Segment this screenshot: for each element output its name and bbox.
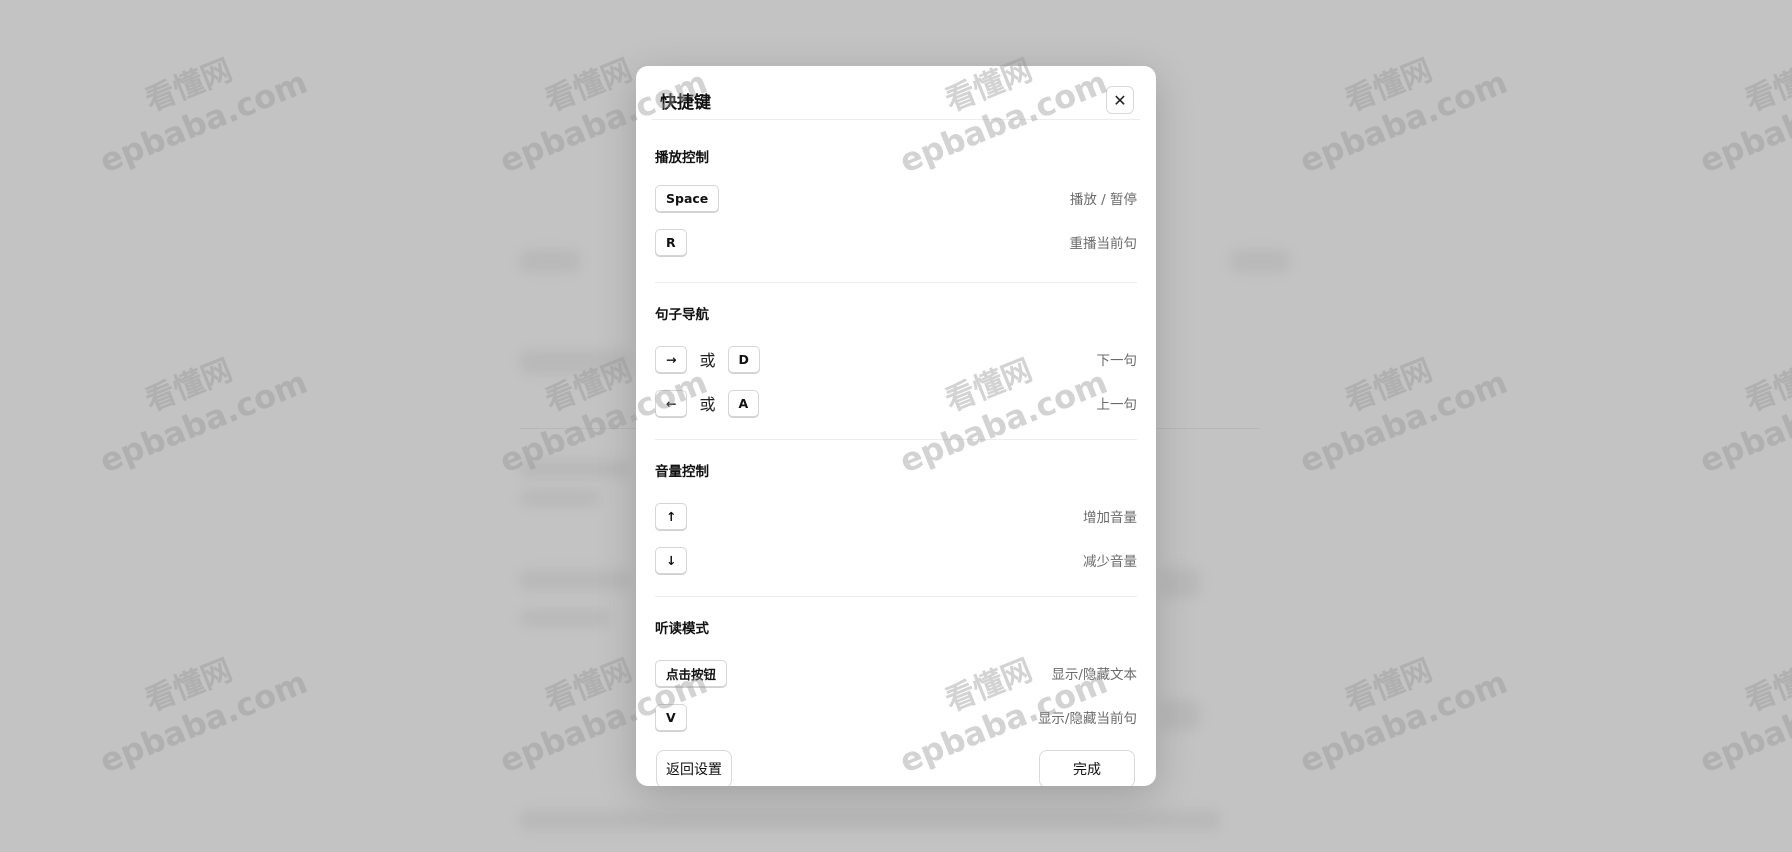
shortcut-row: V 显示/隐藏当前句 xyxy=(655,695,1137,739)
shortcut-row: ← 或 A 上一句 xyxy=(655,381,1137,425)
key-click-button: 点击按钮 xyxy=(655,659,728,687)
shortcut-description: 显示/隐藏文本 xyxy=(1051,667,1137,683)
shortcut-row: ↓ 减少音量 xyxy=(655,538,1137,582)
section-title: 音量控制 xyxy=(655,464,709,480)
key-d: D xyxy=(727,345,760,373)
shortcut-row: Space 播放 / 暂停 xyxy=(655,176,1137,220)
or-separator: 或 xyxy=(699,351,716,370)
shortcut-row: 点击按钮 显示/隐藏文本 xyxy=(655,651,1137,695)
key-r: R xyxy=(655,228,687,256)
section-navigation: 句子导航 → 或 D 下一句 ← 或 A 上一句 xyxy=(655,283,1137,440)
arrow-right-icon: → xyxy=(655,345,688,373)
shortcuts-dialog: 快捷键 ✕ 播放控制 Space 播放 / 暂停 R 重播当前句 句子导航 → … xyxy=(636,66,1156,786)
shortcut-row: ↑ 增加音量 xyxy=(655,494,1137,538)
section-playback: 播放控制 Space 播放 / 暂停 R 重播当前句 xyxy=(655,120,1137,283)
back-to-settings-button[interactable]: 返回设置 xyxy=(656,750,732,786)
shortcut-row: R 重播当前句 xyxy=(655,220,1137,264)
shortcut-description: 上一句 xyxy=(1096,397,1138,413)
shortcut-description: 下一句 xyxy=(1096,353,1138,369)
dialog-header: 快捷键 ✕ xyxy=(652,66,1140,120)
key-a: A xyxy=(727,389,760,417)
shortcut-description: 减少音量 xyxy=(1083,554,1137,570)
section-title: 听读模式 xyxy=(655,621,709,637)
or-separator: 或 xyxy=(699,395,716,414)
shortcut-row: → 或 D 下一句 xyxy=(655,337,1137,381)
shortcut-description: 重播当前句 xyxy=(1069,236,1138,252)
shortcut-description: 播放 / 暂停 xyxy=(1069,192,1137,208)
arrow-down-icon: ↓ xyxy=(655,546,688,574)
section-title: 播放控制 xyxy=(655,150,709,166)
section-volume: 音量控制 ↑ 增加音量 ↓ 减少音量 xyxy=(655,440,1137,597)
section-listen-mode: 听读模式 点击按钮 显示/隐藏文本 V 显示/隐藏当前句 xyxy=(655,597,1137,739)
done-button[interactable]: 完成 xyxy=(1039,750,1135,786)
key-v: V xyxy=(655,703,687,731)
arrow-up-icon: ↑ xyxy=(655,502,688,530)
key-space: Space xyxy=(655,184,720,212)
close-icon: ✕ xyxy=(1113,90,1127,110)
shortcut-description: 增加音量 xyxy=(1083,510,1137,526)
dialog-title: 快捷键 xyxy=(660,93,711,113)
arrow-left-icon: ← xyxy=(655,389,688,417)
dialog-body: 播放控制 Space 播放 / 暂停 R 重播当前句 句子导航 → 或 D 下一… xyxy=(655,120,1137,739)
shortcut-description: 显示/隐藏当前句 xyxy=(1037,711,1137,727)
close-button[interactable]: ✕ xyxy=(1106,86,1134,114)
section-title: 句子导航 xyxy=(655,307,709,323)
